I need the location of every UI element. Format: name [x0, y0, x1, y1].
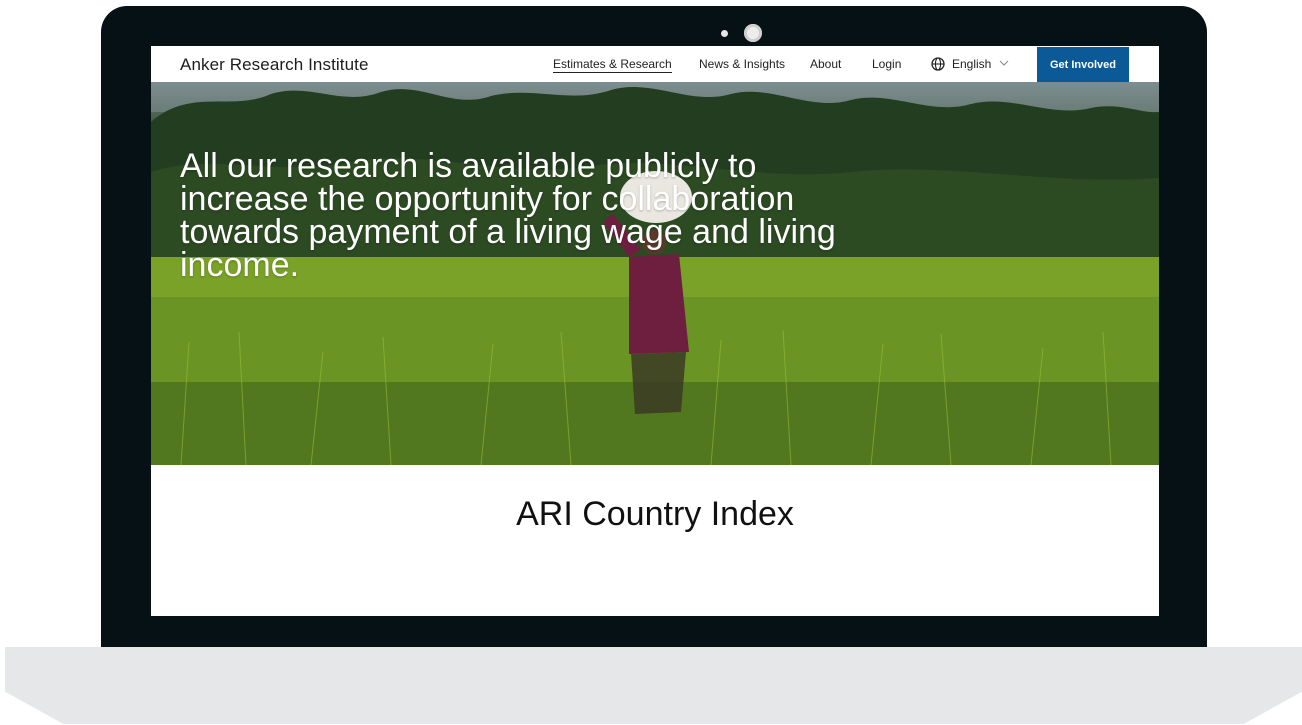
hero-banner: All our research is available publicly t… — [151, 82, 1159, 465]
laptop-mockup: Anker Research Institute Estimates & Res… — [0, 0, 1302, 725]
top-navigation: Anker Research Institute Estimates & Res… — [151, 46, 1159, 82]
site-logo-text[interactable]: Anker Research Institute — [180, 55, 369, 75]
language-selector[interactable]: English — [952, 57, 991, 71]
get-involved-button[interactable]: Get Involved — [1037, 47, 1129, 82]
nav-login[interactable]: Login — [872, 57, 901, 71]
globe-icon[interactable] — [931, 57, 945, 71]
browser-screen: Anker Research Institute Estimates & Res… — [151, 46, 1159, 616]
section-title: ARI Country Index — [516, 495, 794, 533]
sensor-dot — [721, 30, 728, 37]
nav-about[interactable]: About — [810, 57, 841, 71]
laptop-base — [5, 647, 1302, 724]
webcam-icon — [744, 24, 762, 42]
hero-headline: All our research is available publicly t… — [180, 147, 836, 284]
nav-estimates-research[interactable]: Estimates & Research — [553, 57, 672, 73]
nav-news-insights[interactable]: News & Insights — [699, 57, 785, 71]
chevron-down-icon[interactable] — [999, 60, 1009, 66]
